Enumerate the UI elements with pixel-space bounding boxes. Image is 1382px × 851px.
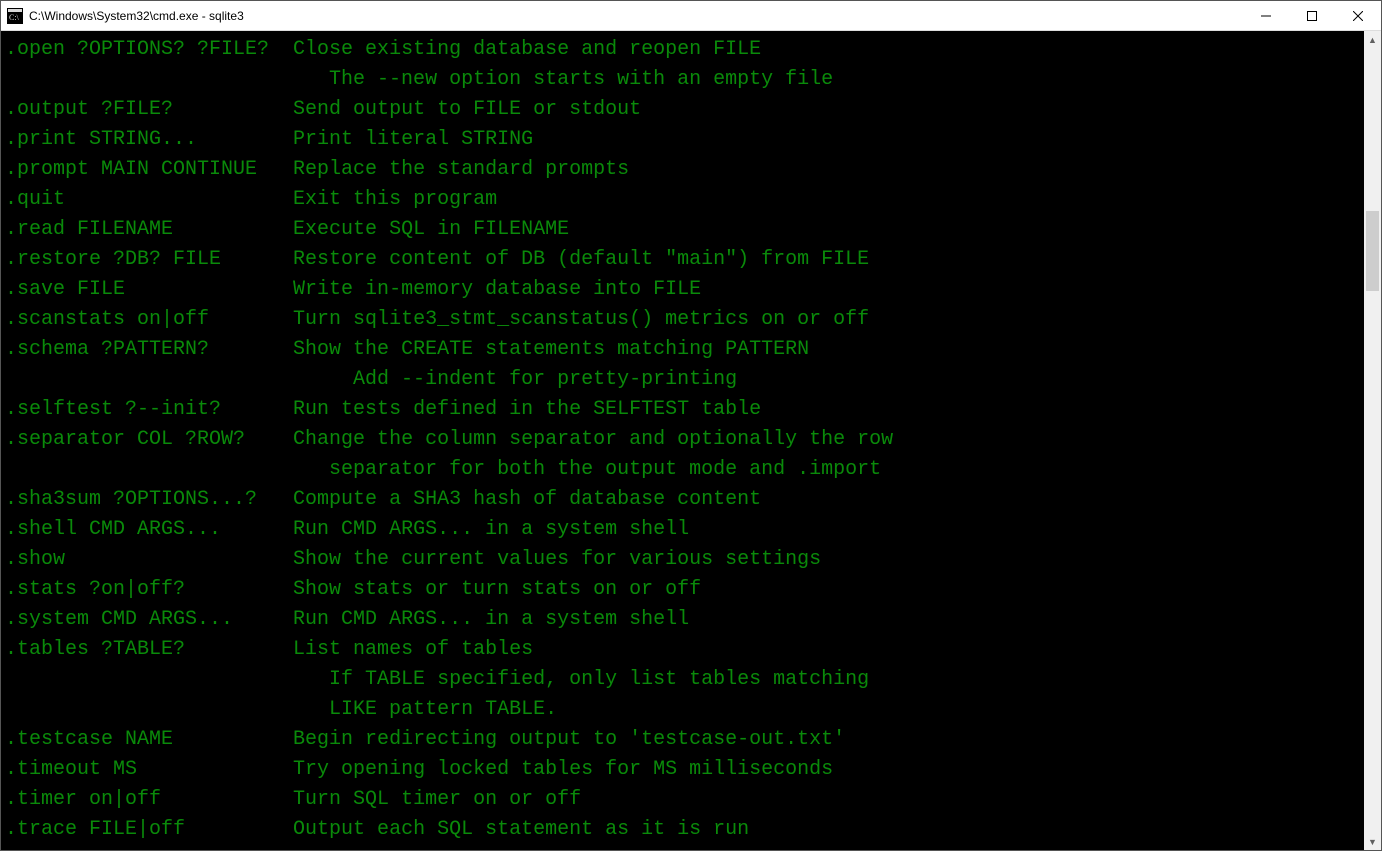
help-description: Exit this program [293, 185, 497, 215]
help-line: .stats ?on|off?Show stats or turn stats … [5, 575, 1364, 605]
help-line: .open ?OPTIONS? ?FILE?Close existing dat… [5, 35, 1364, 65]
help-description-continuation: Add --indent for pretty-printing [5, 365, 1364, 395]
help-command: .testcase NAME [5, 725, 293, 755]
help-description: Show stats or turn stats on or off [293, 575, 701, 605]
help-command: .scanstats on|off [5, 305, 293, 335]
help-command: .trace FILE|off [5, 815, 293, 845]
help-command: .print STRING... [5, 125, 293, 155]
help-description: Change the column separator and optional… [293, 425, 893, 455]
help-command: .quit [5, 185, 293, 215]
help-line: .sha3sum ?OPTIONS...?Compute a SHA3 hash… [5, 485, 1364, 515]
help-description: Replace the standard prompts [293, 155, 629, 185]
help-description: Execute SQL in FILENAME [293, 215, 569, 245]
help-line: .save FILEWrite in-memory database into … [5, 275, 1364, 305]
close-button[interactable] [1335, 1, 1381, 30]
scroll-up-arrow[interactable]: ▲ [1364, 31, 1381, 48]
help-command: .selftest ?--init? [5, 395, 293, 425]
help-command: .timer on|off [5, 785, 293, 815]
help-description: Output each SQL statement as it is run [293, 815, 749, 845]
help-description: Turn SQL timer on or off [293, 785, 581, 815]
help-command: .shell CMD ARGS... [5, 515, 293, 545]
help-line: .restore ?DB? FILERestore content of DB … [5, 245, 1364, 275]
help-line: .tables ?TABLE?List names of tables [5, 635, 1364, 665]
help-command: .separator COL ?ROW? [5, 425, 293, 455]
help-line: .read FILENAMEExecute SQL in FILENAME [5, 215, 1364, 245]
help-command: .stats ?on|off? [5, 575, 293, 605]
help-command: .read FILENAME [5, 215, 293, 245]
help-command: .save FILE [5, 275, 293, 305]
scroll-down-arrow[interactable]: ▼ [1364, 833, 1381, 850]
help-command: .output ?FILE? [5, 95, 293, 125]
svg-text:C:\: C:\ [9, 13, 20, 22]
help-description: Restore content of DB (default "main") f… [293, 245, 869, 275]
help-description: Send output to FILE or stdout [293, 95, 641, 125]
help-description-continuation: The --new option starts with an empty fi… [5, 65, 1364, 95]
scroll-thumb[interactable] [1366, 211, 1379, 291]
help-line: .schema ?PATTERN?Show the CREATE stateme… [5, 335, 1364, 365]
help-command: .timeout MS [5, 755, 293, 785]
help-description: Show the current values for various sett… [293, 545, 821, 575]
help-description: Run CMD ARGS... in a system shell [293, 515, 689, 545]
window-titlebar: C:\ C:\Windows\System32\cmd.exe - sqlite… [1, 1, 1381, 31]
help-line: .scanstats on|offTurn sqlite3_stmt_scans… [5, 305, 1364, 335]
vertical-scrollbar[interactable]: ▲ ▼ [1364, 31, 1381, 850]
help-command: .schema ?PATTERN? [5, 335, 293, 365]
help-line: .timeout MSTry opening locked tables for… [5, 755, 1364, 785]
help-line: .print STRING...Print literal STRING [5, 125, 1364, 155]
help-line: .shell CMD ARGS...Run CMD ARGS... in a s… [5, 515, 1364, 545]
help-line: .quitExit this program [5, 185, 1364, 215]
help-line: .trace FILE|offOutput each SQL statement… [5, 815, 1364, 845]
help-command: .system CMD ARGS... [5, 605, 293, 635]
help-line: .separator COL ?ROW?Change the column se… [5, 425, 1364, 455]
help-command: .sha3sum ?OPTIONS...? [5, 485, 293, 515]
help-command: .tables ?TABLE? [5, 635, 293, 665]
window-title: C:\Windows\System32\cmd.exe - sqlite3 [29, 9, 1243, 23]
help-line: .output ?FILE?Send output to FILE or std… [5, 95, 1364, 125]
help-command: .restore ?DB? FILE [5, 245, 293, 275]
help-description: Show the CREATE statements matching PATT… [293, 335, 809, 365]
maximize-button[interactable] [1289, 1, 1335, 30]
help-line: .showShow the current values for various… [5, 545, 1364, 575]
help-description: Run CMD ARGS... in a system shell [293, 605, 689, 635]
help-description: Compute a SHA3 hash of database content [293, 485, 761, 515]
help-description: Write in-memory database into FILE [293, 275, 701, 305]
help-line: .testcase NAMEBegin redirecting output t… [5, 725, 1364, 755]
help-command: .open ?OPTIONS? ?FILE? [5, 35, 293, 65]
window-controls [1243, 1, 1381, 30]
help-description: Run tests defined in the SELFTEST table [293, 395, 761, 425]
help-description: Close existing database and reopen FILE [293, 35, 761, 65]
help-command: .prompt MAIN CONTINUE [5, 155, 293, 185]
help-line: .selftest ?--init?Run tests defined in t… [5, 395, 1364, 425]
help-description-continuation: If TABLE specified, only list tables mat… [5, 665, 1364, 695]
help-description-continuation: LIKE pattern TABLE. [5, 695, 1364, 725]
terminal-area: .open ?OPTIONS? ?FILE?Close existing dat… [1, 31, 1381, 850]
help-description: Try opening locked tables for MS millise… [293, 755, 833, 785]
help-description-continuation: separator for both the output mode and .… [5, 455, 1364, 485]
help-description: Turn sqlite3_stmt_scanstatus() metrics o… [293, 305, 869, 335]
help-line: .prompt MAIN CONTINUEReplace the standar… [5, 155, 1364, 185]
minimize-button[interactable] [1243, 1, 1289, 30]
help-description: Print literal STRING [293, 125, 533, 155]
help-line: .system CMD ARGS...Run CMD ARGS... in a … [5, 605, 1364, 635]
help-description: Begin redirecting output to 'testcase-ou… [293, 725, 845, 755]
help-command: .show [5, 545, 293, 575]
cmd-icon: C:\ [7, 8, 23, 24]
terminal-output[interactable]: .open ?OPTIONS? ?FILE?Close existing dat… [1, 31, 1364, 850]
help-description: List names of tables [293, 635, 533, 665]
help-line: .timer on|offTurn SQL timer on or off [5, 785, 1364, 815]
